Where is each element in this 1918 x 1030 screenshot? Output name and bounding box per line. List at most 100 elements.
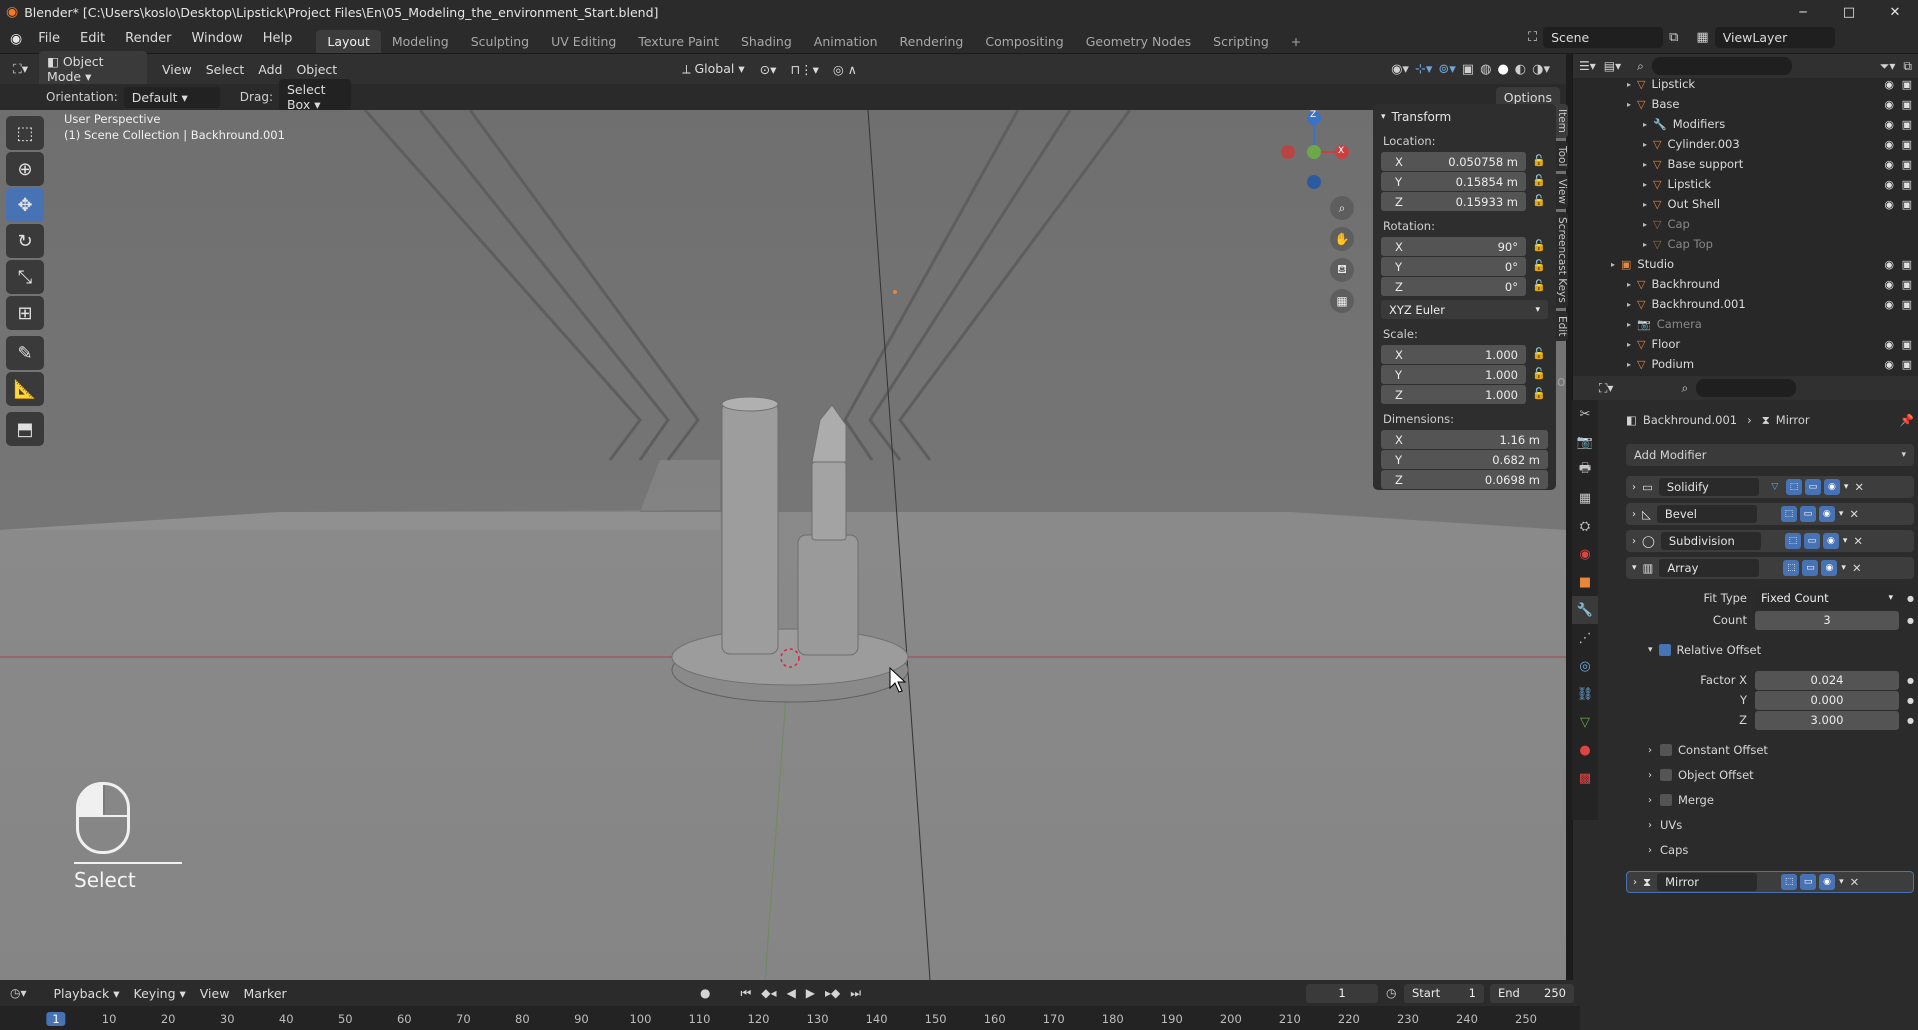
- tab-compositing[interactable]: Compositing: [974, 30, 1074, 53]
- keyframe-dot-icon[interactable]: ●: [1907, 696, 1914, 705]
- play-icon[interactable]: ▶: [806, 986, 815, 1000]
- camera-view-icon[interactable]: ⛾: [1330, 258, 1354, 282]
- factor-z-field[interactable]: 3.000: [1755, 710, 1900, 730]
- expand-arrow-icon[interactable]: ▸: [1643, 160, 1647, 169]
- eye-icon[interactable]: ◉: [1884, 138, 1894, 151]
- lock-icon[interactable]: 🔓: [1532, 154, 1546, 167]
- lock-icon[interactable]: 🔓: [1532, 194, 1546, 207]
- location-y-field[interactable]: Y 0.15854 m: [1381, 172, 1526, 191]
- lock-icon[interactable]: 🔓: [1532, 347, 1546, 360]
- output-tab-icon[interactable]: 🖶: [1572, 456, 1598, 484]
- chevron-down-icon[interactable]: ▾: [1843, 536, 1848, 546]
- chevron-right-icon[interactable]: ›: [1648, 845, 1652, 856]
- tab-uv-editing[interactable]: UV Editing: [540, 30, 627, 53]
- maximize-button[interactable]: □: [1826, 5, 1872, 20]
- realtime-icon[interactable]: ▭: [1802, 560, 1819, 576]
- search-icon[interactable]: ⌕: [1637, 59, 1644, 74]
- chevron-right-icon[interactable]: ›: [1632, 536, 1636, 547]
- properties-search-input[interactable]: [1696, 379, 1797, 397]
- menu-edit[interactable]: Edit: [70, 31, 115, 46]
- dimension-x-field[interactable]: X 1.16 m: [1381, 430, 1548, 449]
- data-tab-icon[interactable]: ▽: [1572, 708, 1598, 736]
- pan-hand-icon[interactable]: ✋: [1330, 227, 1354, 251]
- search-icon[interactable]: ⌕: [1681, 381, 1688, 396]
- menu-select[interactable]: Select: [199, 59, 252, 80]
- annotate-tool-icon[interactable]: ✎: [6, 336, 44, 370]
- record-icon[interactable]: ●: [700, 986, 710, 1000]
- tab-layout[interactable]: Layout: [316, 30, 381, 53]
- menu-render[interactable]: Render: [115, 31, 181, 46]
- start-frame-field[interactable]: Start 1: [1404, 983, 1484, 1003]
- outliner-row[interactable]: ▸ ▽ Cap Top: [1573, 234, 1918, 254]
- menu-keying[interactable]: Keying ▾: [127, 983, 193, 1004]
- modifier-bevel[interactable]: › ◺ Bevel ⬚ ▭ ◉ ▾ ✕: [1626, 503, 1914, 525]
- outliner-row[interactable]: ▸ ▽ Base support ◉ ▣: [1573, 154, 1918, 174]
- menu-add[interactable]: Add: [251, 59, 289, 80]
- tab-sculpting[interactable]: Sculpting: [460, 30, 540, 53]
- modifier-name[interactable]: Bevel: [1656, 505, 1757, 523]
- expand-arrow-icon[interactable]: ▸: [1627, 360, 1631, 369]
- xray-icon[interactable]: ▣: [1462, 62, 1474, 77]
- chevron-down-icon[interactable]: ▾: [1839, 509, 1844, 519]
- eye-icon[interactable]: ◉: [1884, 338, 1894, 351]
- chevron-down-icon[interactable]: ▾: [1841, 563, 1846, 573]
- scene-icon[interactable]: ⛶: [1528, 30, 1537, 45]
- new-scene-icon[interactable]: ⧉: [1669, 30, 1678, 45]
- expand-arrow-icon[interactable]: ▸: [1643, 200, 1647, 209]
- expand-arrow-icon[interactable]: ▸: [1611, 260, 1615, 269]
- zoom-icon[interactable]: ⌕: [1330, 196, 1354, 220]
- blender-menu-icon[interactable]: ◉: [10, 31, 22, 47]
- world-tab-icon[interactable]: ◉: [1572, 540, 1598, 568]
- cage-icon[interactable]: ⬚: [1780, 506, 1797, 522]
- measure-tool-icon[interactable]: 📐: [6, 372, 44, 406]
- add-workspace-button[interactable]: +: [1280, 30, 1312, 53]
- scene-tab-icon[interactable]: ⛭: [1572, 512, 1598, 540]
- chevron-down-icon[interactable]: ▾: [1648, 645, 1653, 655]
- render-visibility-icon[interactable]: ▣: [1902, 278, 1912, 291]
- expand-arrow-icon[interactable]: ▸: [1643, 240, 1647, 249]
- transform-panel-header[interactable]: ▾ Transform: [1373, 104, 1556, 130]
- chevron-right-icon[interactable]: ›: [1648, 820, 1652, 831]
- outliner-row[interactable]: ▸ ▽ Out Shell ◉ ▣: [1573, 194, 1918, 214]
- outliner-row[interactable]: ▸ 🔧 Modifiers ◉ ▣: [1573, 114, 1918, 134]
- render-visibility-icon[interactable]: ▣: [1902, 138, 1912, 151]
- render-visibility-icon[interactable]: ▣: [1902, 298, 1912, 311]
- menu-timeline-view[interactable]: View: [193, 983, 237, 1004]
- render-icon[interactable]: ◉: [1822, 533, 1839, 549]
- tab-item[interactable]: Item: [1556, 104, 1568, 138]
- cage-icon[interactable]: ⬚: [1785, 479, 1802, 495]
- modifier-name[interactable]: Array: [1659, 559, 1760, 577]
- edit-mode-icon[interactable]: ▽: [1767, 479, 1783, 495]
- close-icon[interactable]: ✕: [1850, 875, 1860, 889]
- expand-arrow-icon[interactable]: ▸: [1627, 100, 1631, 109]
- tab-animation[interactable]: Animation: [803, 30, 889, 53]
- close-icon[interactable]: ✕: [1849, 507, 1859, 521]
- scene-selector[interactable]: Scene: [1543, 27, 1664, 48]
- outliner-row[interactable]: ▸ ▽ Base ◉ ▣: [1573, 94, 1918, 114]
- pivot-icon[interactable]: ⊙▾: [753, 59, 784, 80]
- render-icon[interactable]: ◉: [1818, 506, 1835, 522]
- chevron-right-icon[interactable]: ›: [1648, 770, 1652, 781]
- chevron-right-icon[interactable]: ›: [1632, 482, 1636, 493]
- move-tool-icon[interactable]: ✥: [6, 188, 44, 222]
- timeline-ruler[interactable]: 1 10 20 30 40 50 60 70 80 90 100 110 120 130 140 150 160…: [0, 1006, 1580, 1030]
- select-box-tool-icon[interactable]: ⬚: [6, 116, 44, 150]
- snap-icon[interactable]: ⊓⋮▾: [783, 59, 826, 80]
- lock-icon[interactable]: 🔓: [1532, 174, 1546, 187]
- keyframe-dot-icon[interactable]: ●: [1907, 676, 1914, 685]
- render-icon[interactable]: ◉: [1821, 560, 1838, 576]
- outliner-row[interactable]: ▸ ▽ Backhround.001 ◉ ▣: [1573, 294, 1918, 314]
- scale-y-field[interactable]: Y 1.000: [1381, 365, 1526, 384]
- modifier-subdivision[interactable]: › ◯ Subdivision ⬚ ▭ ◉ ▾ ✕: [1626, 530, 1914, 552]
- render-visibility-icon[interactable]: ▣: [1902, 358, 1912, 371]
- play-reverse-icon[interactable]: ◀: [787, 986, 796, 1000]
- rotate-tool-icon[interactable]: ↻: [6, 224, 44, 258]
- dimension-z-field[interactable]: Z 0.0698 m: [1381, 470, 1548, 489]
- realtime-icon[interactable]: ▭: [1804, 479, 1821, 495]
- eye-icon[interactable]: ◉: [1884, 158, 1894, 171]
- close-icon[interactable]: ✕: [1854, 480, 1864, 494]
- eye-icon[interactable]: ◉: [1884, 198, 1894, 211]
- chevron-right-icon[interactable]: ›: [1632, 509, 1636, 520]
- tab-view[interactable]: View: [1556, 174, 1568, 210]
- tab-rendering[interactable]: Rendering: [889, 30, 975, 53]
